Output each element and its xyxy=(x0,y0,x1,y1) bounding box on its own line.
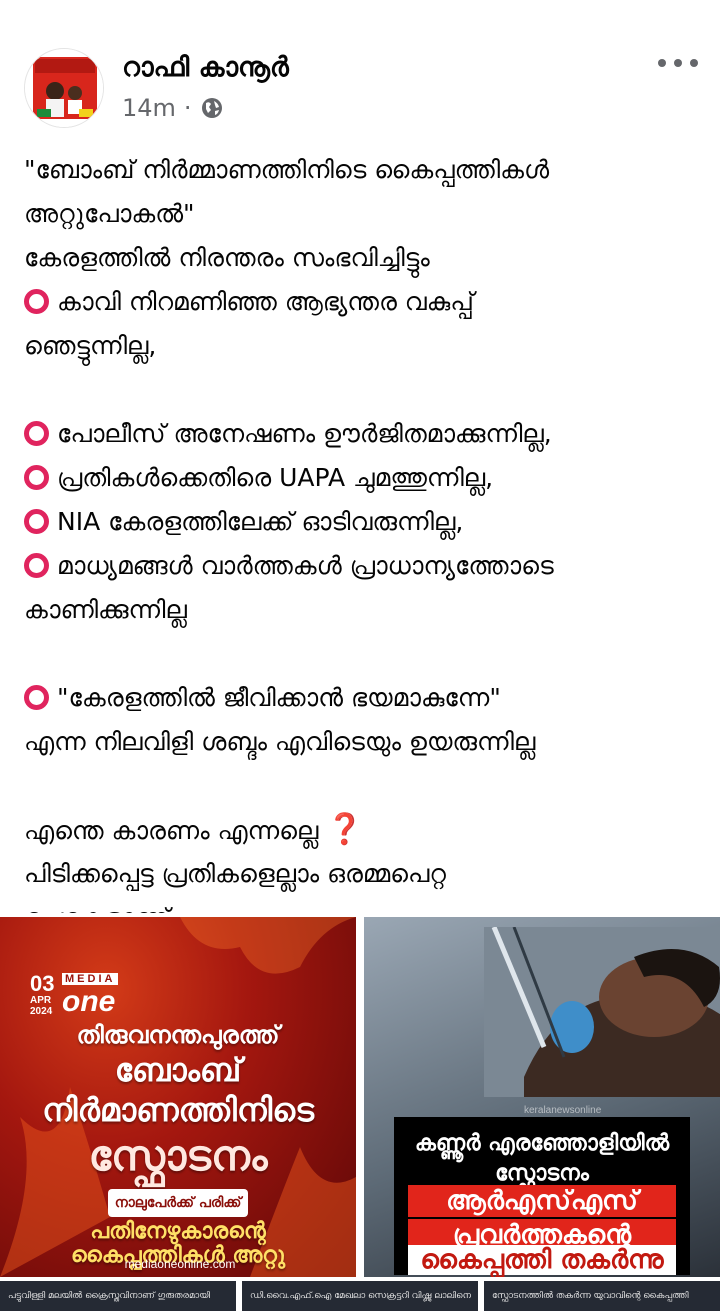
globe-icon xyxy=(200,96,224,120)
caption-line: കണ്ണൂർ എരഞ്ഞോളിയിൽ xyxy=(414,1131,670,1156)
red-circle-icon xyxy=(24,465,49,490)
post-header: റാഫി കാനൂർ 14m · xyxy=(0,0,720,140)
post-line-text: പോലീസ് അനേഷണം ഊർജിതമാക്കുന്നില്ല, xyxy=(57,419,552,448)
post-line-bullet: മാധ്യമങ്ങൾ വാർത്തകൾ പ്രാധാന്യത്തോടെ xyxy=(24,544,704,588)
post-line-text: പ്രതികൾക്കെതിരെ UAPA ചുമത്തുന്നില്ല, xyxy=(57,463,494,492)
caption-highlight: ആർഎസ്എസ് xyxy=(408,1185,676,1217)
date-month: APR xyxy=(30,995,52,1006)
next-photo-card[interactable]: ഡി.വൈ.എഫ്.ഐ മേഖലാ സെക്രട്ടറി വിഷ്ണു ലാലി… xyxy=(242,1281,478,1311)
photo-news[interactable]: keralanewsonline കണ്ണൂർ എരഞ്ഞോളിയിൽ സ്ഫോ… xyxy=(364,917,720,1277)
post-line-text: എന്തെ കാരണം എന്നല്ലെ xyxy=(24,816,319,845)
source-footer: mediaoneonline.com xyxy=(124,1257,236,1271)
post-line-text: കാവി നിറമണിഞ്ഞ ആഭ്യന്തര വകുപ്പ് xyxy=(57,287,474,316)
post-body: "ബോംബ് നിർമ്മാണത്തിനിടെ കൈപ്പത്തികൾ അറ്റ… xyxy=(24,148,704,940)
post-line-text: "കേരളത്തിൽ ജീവിക്കാൻ ഭയമാകുന്നേ" xyxy=(57,683,501,712)
date-day: 03 xyxy=(30,971,55,996)
post-time[interactable]: 14m xyxy=(122,94,176,122)
date-badge: 03 APR 2024 xyxy=(30,971,55,1018)
post-line: അറ്റുപോകൽ" xyxy=(24,199,195,228)
mediaone-logo: MEDIA one xyxy=(62,969,119,1018)
post-line-bullet: NIA കേരളത്തിലേക്ക് ഓടിവരുന്നില്ല, xyxy=(24,500,704,544)
patient-image xyxy=(484,927,720,1097)
post-line-bullet: പോലീസ് അനേഷണം ഊർജിതമാക്കുന്നില്ല, xyxy=(24,412,704,456)
post-line: കാണിക്കുന്നില്ല xyxy=(24,595,187,624)
author-avatar[interactable] xyxy=(24,48,104,128)
brand-main: one xyxy=(62,985,116,1018)
post-line-text: മാധ്യമങ്ങൾ വാർത്തകൾ പ്രാധാന്യത്തോടെ xyxy=(57,551,554,580)
post-line-question: എന്തെ കാരണം എന്നല്ലെ ❓ xyxy=(24,808,704,852)
avatar-image xyxy=(25,49,103,127)
photo-mediaone[interactable]: 03 APR 2024 MEDIA one തിരുവനന്തപുരത്ത് ബ… xyxy=(0,917,356,1277)
watermark: keralanewsonline xyxy=(524,1105,602,1116)
more-photos-strip: പട്ടുവിള്ളി മലയിൽ ക്രൈസ്തവിനാണ് ഗുരുതരമാ… xyxy=(0,1281,720,1311)
post-line: എന്ന നിലവിളി ശബ്ദം എവിടെയും ഉയരുന്നില്ല xyxy=(24,727,536,756)
post-meta: 14m · xyxy=(122,94,224,122)
post-line-bullet: കാവി നിറമണിഞ്ഞ ആഭ്യന്തര വകുപ്പ് xyxy=(24,280,704,324)
red-circle-icon xyxy=(24,509,49,534)
post-line: "ബോംബ് നിർമ്മാണത്തിനിടെ കൈപ്പത്തികൾ xyxy=(24,155,550,184)
question-mark-icon: ❓ xyxy=(326,812,364,847)
post-line-bullet: പ്രതികൾക്കെതിരെ UAPA ചുമത്തുന്നില്ല, xyxy=(24,456,704,500)
post-line: കേരളത്തിൽ നിരന്തരം സംഭവിച്ചിട്ടും xyxy=(24,243,430,272)
headline-line: സ്ഫോടനം xyxy=(88,1131,268,1180)
headline-line: നിർമാണത്തിനിടെ xyxy=(42,1091,314,1129)
post-line-text: NIA കേരളത്തിലേക്ക് ഓടിവരുന്നില്ല, xyxy=(57,507,464,536)
more-options-icon[interactable] xyxy=(658,50,698,76)
post-line: ഞെട്ടുന്നില്ല, xyxy=(24,331,157,360)
headline-line: ബോംബ് xyxy=(114,1051,242,1089)
post-line: പിടിക്കപ്പെട്ട പ്രതികളെല്ലാം ഒരമ്മപെറ്റ xyxy=(24,859,447,888)
red-circle-icon xyxy=(24,685,49,710)
meta-separator: · xyxy=(183,94,192,122)
date-year: 2024 xyxy=(30,1006,53,1017)
next-photo-card[interactable]: പട്ടുവിള്ളി മലയിൽ ക്രൈസ്തവിനാണ് ഗുരുതരമാ… xyxy=(0,1281,236,1311)
author-name[interactable]: റാഫി കാനൂർ xyxy=(122,52,289,84)
brand-top: MEDIA xyxy=(62,973,119,985)
headline-pill: നാലുപേർക്ക് പരിക്ക് xyxy=(108,1189,248,1217)
caption-line: സ്ഫോടനം xyxy=(495,1161,589,1186)
headline-line: പതിനേഴുകാരന്റെ xyxy=(90,1219,266,1244)
red-circle-icon xyxy=(24,289,49,314)
caption-highlight: കൈപ്പത്തി തകർന്നു xyxy=(408,1245,676,1275)
photo-grid: 03 APR 2024 MEDIA one തിരുവനന്തപുരത്ത് ബ… xyxy=(0,913,720,1277)
red-circle-icon xyxy=(24,553,49,578)
headline-line: തിരുവനന്തപുരത്ത് xyxy=(76,1021,280,1049)
post-line-bullet: "കേരളത്തിൽ ജീവിക്കാൻ ഭയമാകുന്നേ" xyxy=(24,676,704,720)
next-photo-card[interactable]: സ്ഫോടനത്തിൽ തകർന്ന യുവാവിന്റെ കൈപ്പത്തി xyxy=(484,1281,720,1311)
red-circle-icon xyxy=(24,421,49,446)
